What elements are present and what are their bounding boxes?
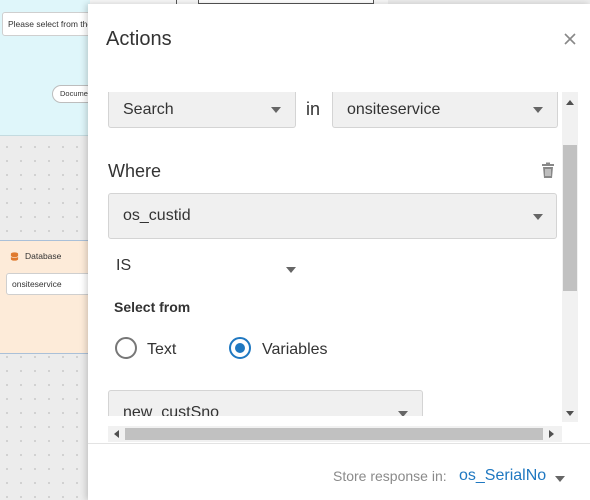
vertical-scroll-thumb[interactable]	[563, 145, 577, 291]
radio-text-label[interactable]: Text	[147, 341, 176, 359]
store-response-label: Store response in:	[333, 468, 447, 484]
operator-select[interactable]: IS	[116, 257, 131, 275]
horizontal-scroll-thumb[interactable]	[125, 428, 543, 440]
horizontal-scrollbar[interactable]	[108, 426, 562, 442]
document-hint-field[interactable]: Please select from the	[2, 12, 94, 36]
chevron-down-icon	[271, 107, 281, 113]
select-from-label: Select from	[114, 299, 191, 315]
chevron-down-icon	[398, 411, 408, 416]
close-icon[interactable]	[562, 31, 578, 47]
database-table-field[interactable]: onsiteservice	[6, 273, 92, 295]
footer-divider	[88, 443, 590, 444]
where-heading: Where	[108, 161, 162, 181]
database-node-title: Database	[25, 251, 62, 261]
chevron-down-icon	[533, 107, 543, 113]
chevron-down-icon[interactable]	[555, 476, 565, 482]
actions-dialog: Actions Search in onsiteservice Where os…	[88, 4, 590, 500]
store-response-select[interactable]: os_SerialNo	[459, 467, 546, 485]
field-select-value: os_custid	[123, 207, 191, 224]
radio-text[interactable]	[115, 337, 137, 359]
dialog-title: Actions	[106, 28, 172, 50]
scroll-up-arrow-icon[interactable]	[566, 100, 574, 105]
in-label: in	[306, 99, 321, 119]
chevron-down-icon[interactable]	[286, 267, 296, 273]
chevron-down-icon	[533, 214, 543, 220]
scroll-down-arrow-icon[interactable]	[566, 411, 574, 416]
scroll-right-arrow-icon[interactable]	[549, 430, 554, 438]
action-select-value: Search	[123, 100, 174, 118]
field-select[interactable]: os_custid	[108, 193, 557, 239]
database-icon	[10, 251, 19, 261]
variable-select[interactable]: new_custSno	[108, 390, 423, 416]
radio-variables-label[interactable]: Variables	[262, 341, 328, 359]
scroll-left-arrow-icon[interactable]	[114, 430, 119, 438]
radio-variables[interactable]	[229, 337, 251, 359]
variable-select-value: new_custSno	[123, 404, 220, 416]
table-select[interactable]: onsiteservice	[332, 92, 558, 128]
action-select[interactable]: Search	[108, 92, 296, 128]
trash-icon[interactable]	[540, 162, 556, 179]
document-node[interactable]: Please select from the Documen	[0, 0, 102, 136]
action-form: Search in onsiteservice Where os_custid …	[108, 92, 562, 416]
table-select-value: onsiteservice	[347, 100, 441, 118]
vertical-scrollbar[interactable]	[562, 92, 578, 422]
database-node[interactable]: Database onsiteservice	[0, 240, 92, 354]
database-node-header: Database	[10, 251, 61, 261]
